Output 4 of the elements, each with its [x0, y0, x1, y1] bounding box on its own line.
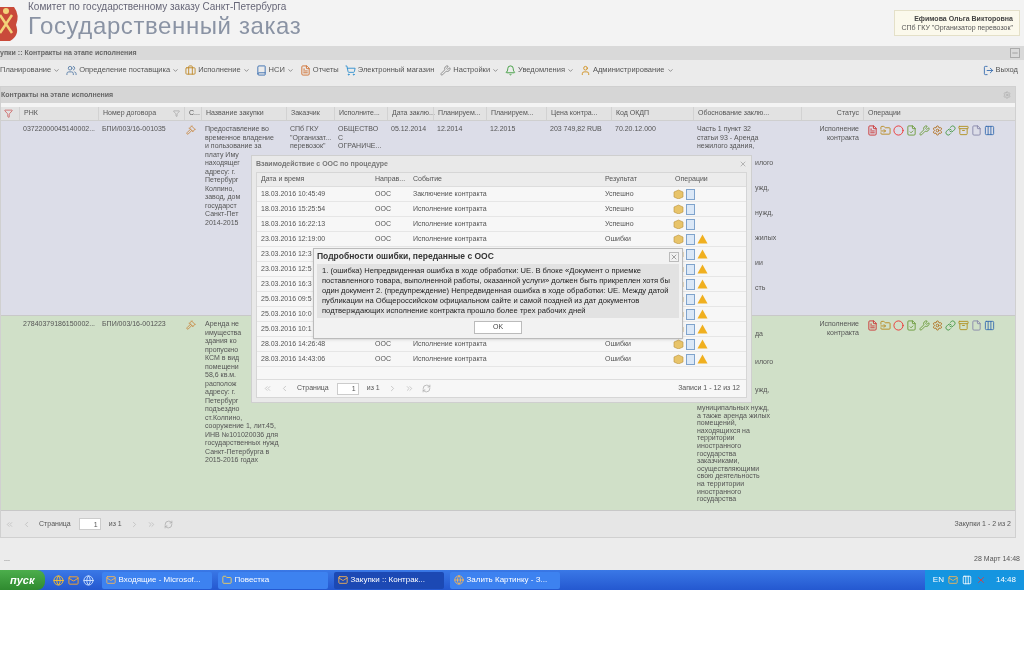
clock: 14:48	[995, 574, 1016, 586]
dialog-title: Подробности ошибки, переданные с ООС	[317, 250, 494, 263]
organization-name: Комитет по государственному заказу Санкт-Петербурга	[28, 1, 288, 13]
site-title: Государственный заказ	[28, 13, 302, 39]
